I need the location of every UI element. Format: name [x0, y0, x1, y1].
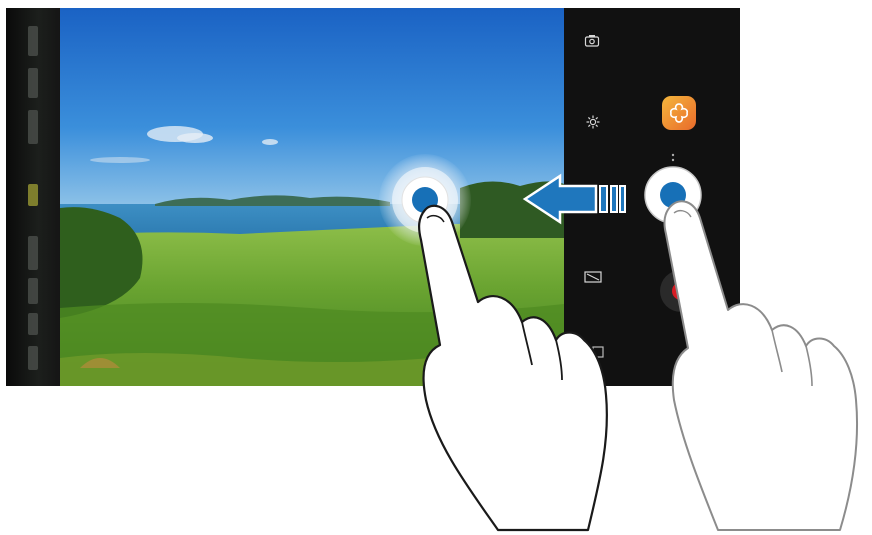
flower-effect-icon [670, 103, 688, 123]
mode-item[interactable] [28, 278, 38, 304]
mode-item[interactable] [28, 346, 38, 370]
mode-item[interactable] [28, 68, 38, 98]
record-icon [672, 282, 690, 300]
mode-strip [6, 8, 60, 386]
camera-screen [6, 8, 740, 386]
camera-controls [564, 8, 740, 386]
record-button[interactable] [660, 270, 702, 312]
mode-item-active[interactable] [28, 184, 38, 206]
mode-item[interactable] [28, 236, 38, 270]
mode-item[interactable] [28, 313, 38, 335]
viewfinder[interactable] [60, 8, 564, 386]
landscape-preview [60, 8, 564, 386]
mode-item[interactable] [28, 110, 38, 144]
aspect-ratio-icon[interactable] [584, 270, 602, 287]
switch-camera-icon[interactable] [584, 34, 600, 51]
settings-icon[interactable] [586, 115, 600, 132]
gallery-icon[interactable] [592, 346, 604, 361]
effect-button[interactable] [662, 96, 696, 130]
mode-item[interactable] [28, 26, 38, 56]
